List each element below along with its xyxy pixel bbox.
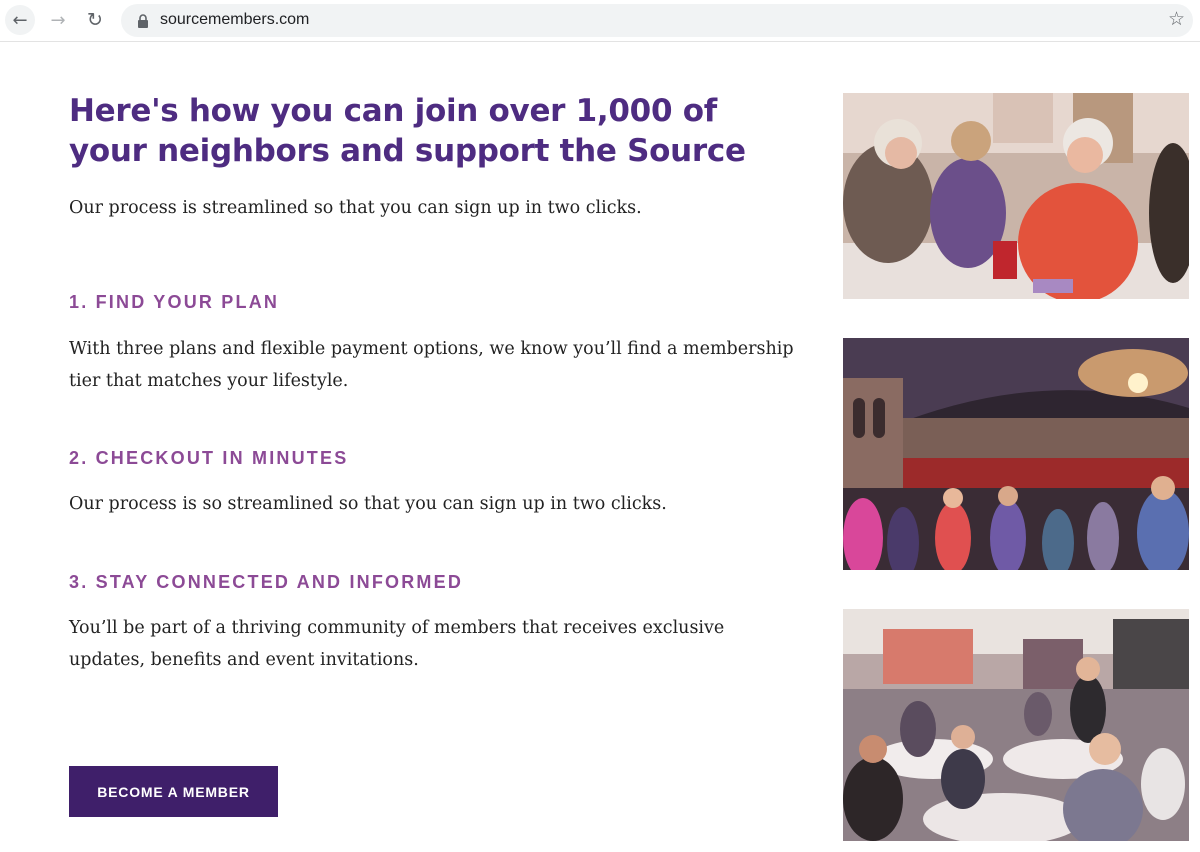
- forward-arrow-icon: →: [50, 9, 66, 31]
- photo-members-discussion: [843, 93, 1189, 299]
- browser-toolbar: ← → ↻ sourcemembers.com ☆: [0, 0, 1200, 42]
- back-button[interactable]: ←: [5, 5, 35, 35]
- step-2-title: 2. CHECKOUT IN MINUTES: [69, 448, 349, 468]
- reload-icon: ↻: [87, 9, 103, 31]
- photo-community-meeting: [843, 609, 1189, 841]
- url-text[interactable]: sourcemembers.com: [160, 11, 309, 29]
- step-1-title: 1. FIND YOUR PLAN: [69, 292, 280, 312]
- become-member-button[interactable]: BECOME A MEMBER: [69, 766, 278, 817]
- page-headline: Here's how you can join over 1,000 of yo…: [69, 93, 746, 169]
- step-2-body: Our process is so streamlined so that yo…: [69, 494, 667, 514]
- address-bar[interactable]: sourcemembers.com ☆: [121, 4, 1193, 37]
- back-arrow-icon: ←: [12, 9, 28, 31]
- step-1-body: With three plans and flexible payment op…: [69, 339, 794, 391]
- reload-button[interactable]: ↻: [80, 5, 110, 35]
- page-content: Here's how you can join over 1,000 of yo…: [0, 42, 1200, 852]
- intro-text: Our process is streamlined so that you c…: [69, 198, 642, 218]
- lock-icon: [138, 14, 148, 28]
- step-3-title: 3. STAY CONNECTED AND INFORMED: [69, 572, 464, 592]
- forward-button[interactable]: →: [43, 5, 73, 35]
- step-3-body: You’ll be part of a thriving community o…: [69, 618, 725, 670]
- photo-theater-audience: [843, 338, 1189, 570]
- bookmark-star-icon[interactable]: ☆: [1168, 8, 1185, 30]
